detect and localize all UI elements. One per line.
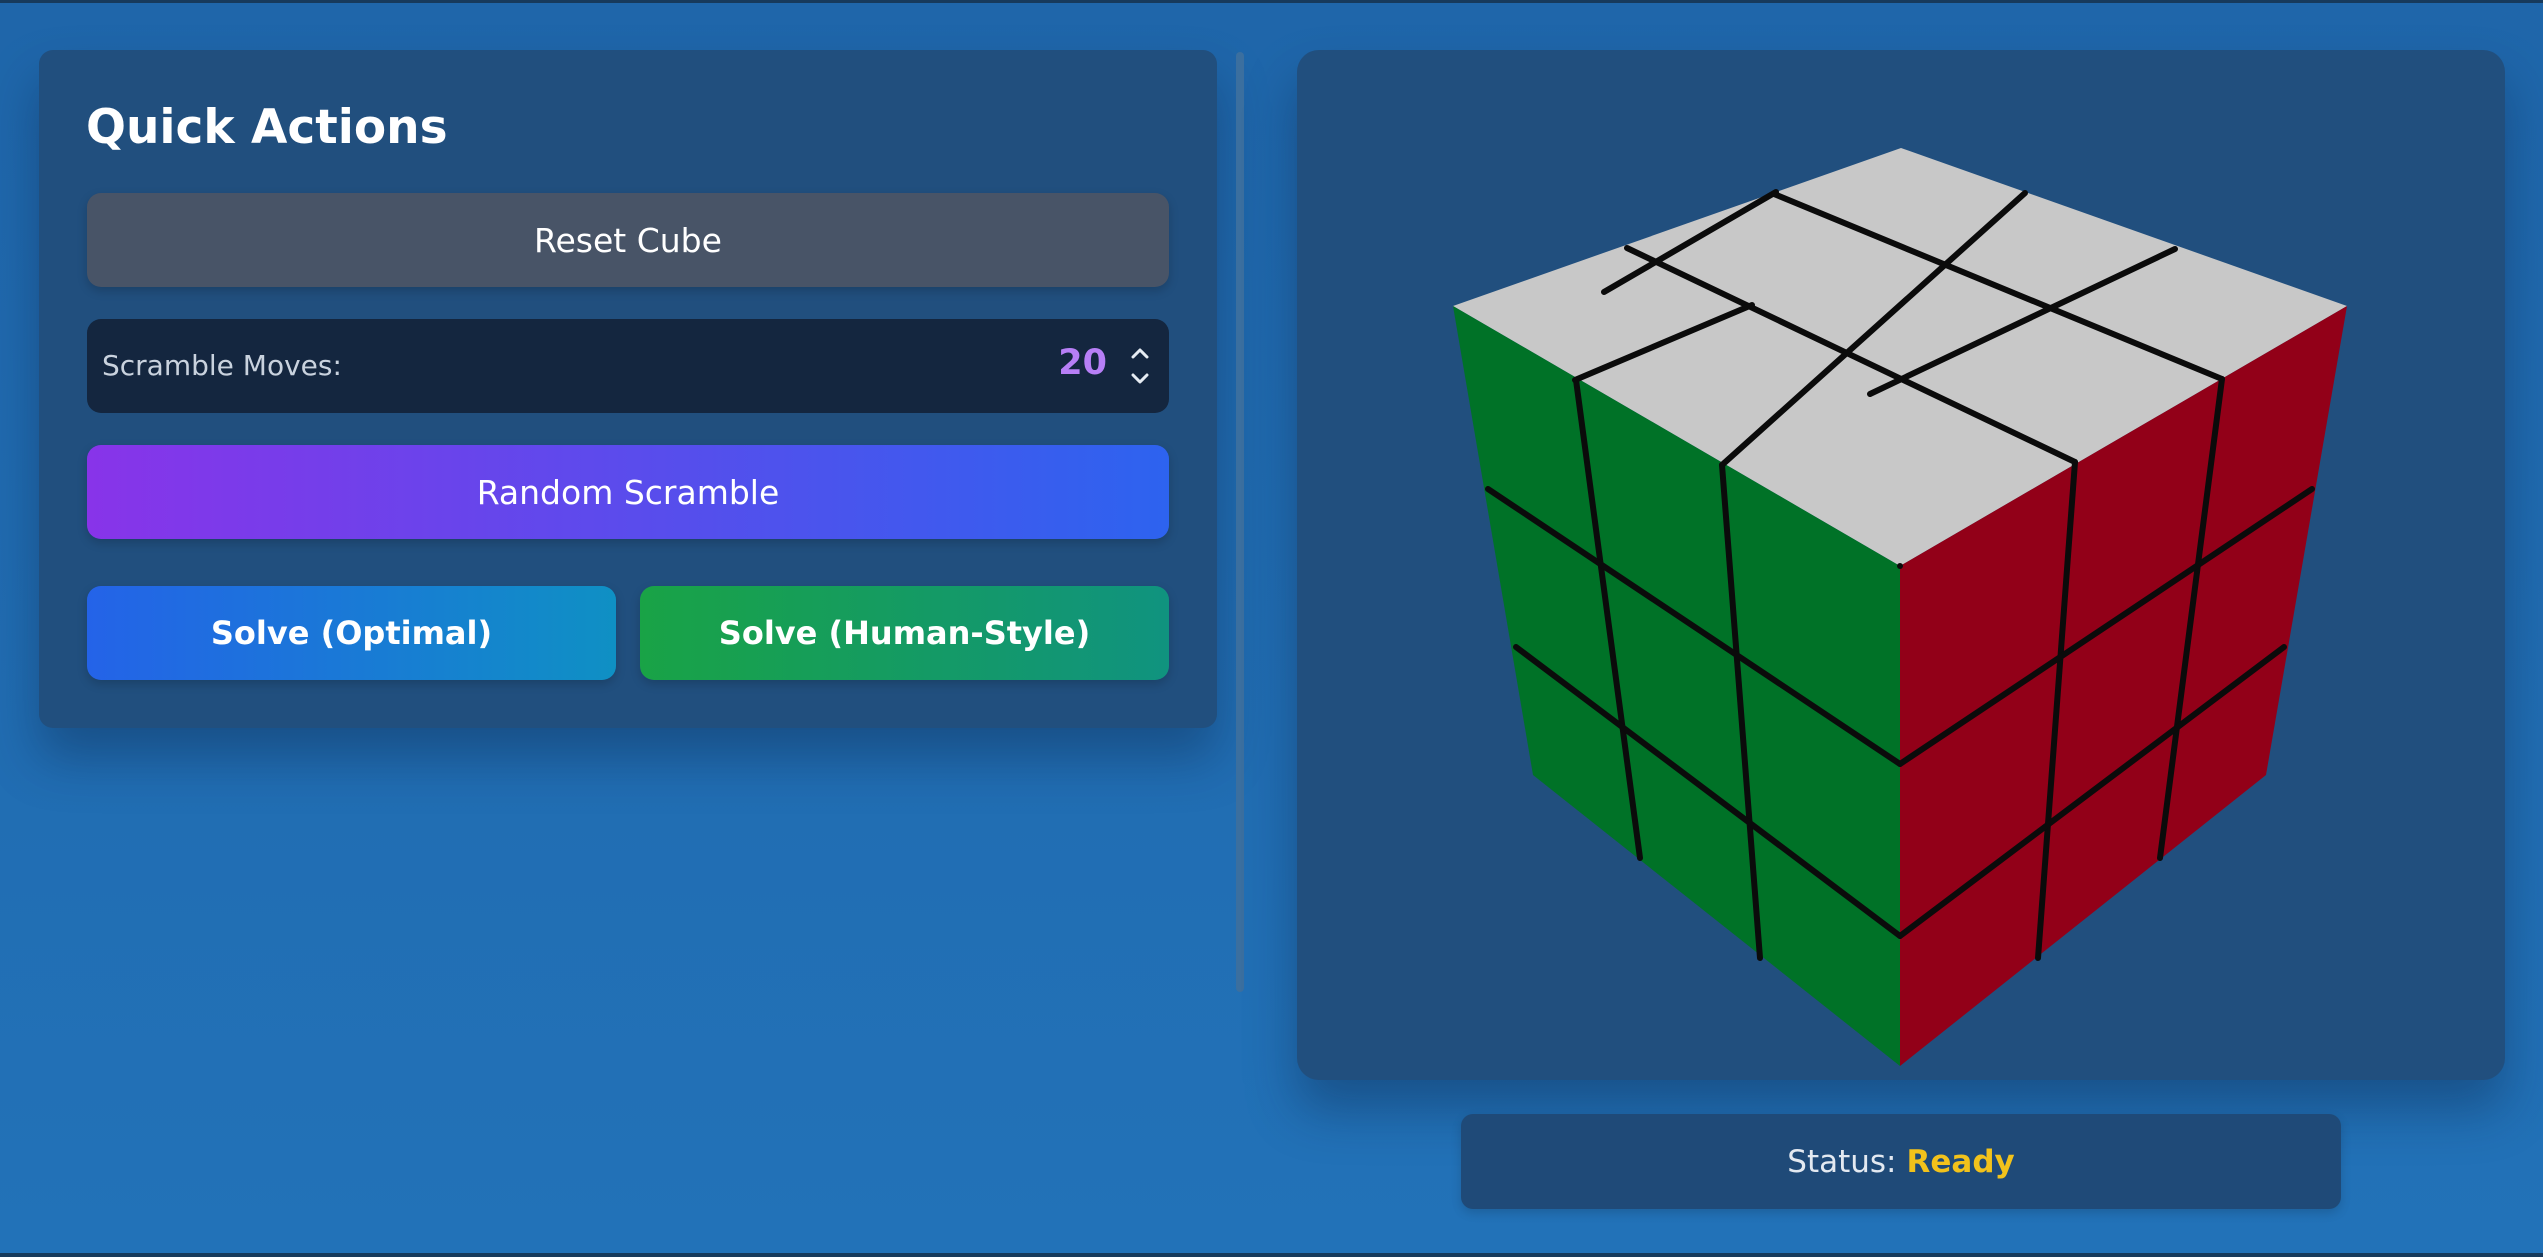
top-border <box>0 0 2543 3</box>
random-scramble-label: Random Scramble <box>476 472 780 512</box>
panel-title: Quick Actions <box>86 100 448 155</box>
scramble-moves-field[interactable]: Scramble Moves: 20 <box>87 319 1169 413</box>
solve-human-style-button[interactable]: Solve (Human-Style) <box>640 586 1169 680</box>
solve-optimal-button[interactable]: Solve (Optimal) <box>87 586 616 680</box>
chevron-up-icon <box>1131 348 1149 359</box>
solve-optimal-label: Solve (Optimal) <box>210 614 493 652</box>
status-label: Status: <box>1787 1143 1897 1180</box>
reset-cube-label: Reset Cube <box>534 220 722 260</box>
resize-handle[interactable] <box>1236 52 1244 992</box>
solve-human-style-label: Solve (Human-Style) <box>718 614 1091 652</box>
rubiks-cube[interactable] <box>1297 50 2505 1080</box>
reset-cube-button[interactable]: Reset Cube <box>87 193 1169 287</box>
status-value: Ready <box>1906 1143 2015 1180</box>
chevron-down-icon <box>1131 373 1149 384</box>
random-scramble-button[interactable]: Random Scramble <box>87 445 1169 539</box>
bottom-border <box>0 1253 2543 1257</box>
cube-viewer[interactable] <box>1297 50 2505 1080</box>
quick-actions-panel: Quick Actions Reset Cube Scramble Moves:… <box>39 50 1217 728</box>
chevron-up-down-icon[interactable] <box>1127 339 1153 393</box>
scramble-moves-input[interactable]: 20 <box>1058 343 1107 383</box>
status-bar: Status: Ready <box>1461 1114 2341 1209</box>
scramble-moves-label: Scramble Moves: <box>102 349 342 382</box>
